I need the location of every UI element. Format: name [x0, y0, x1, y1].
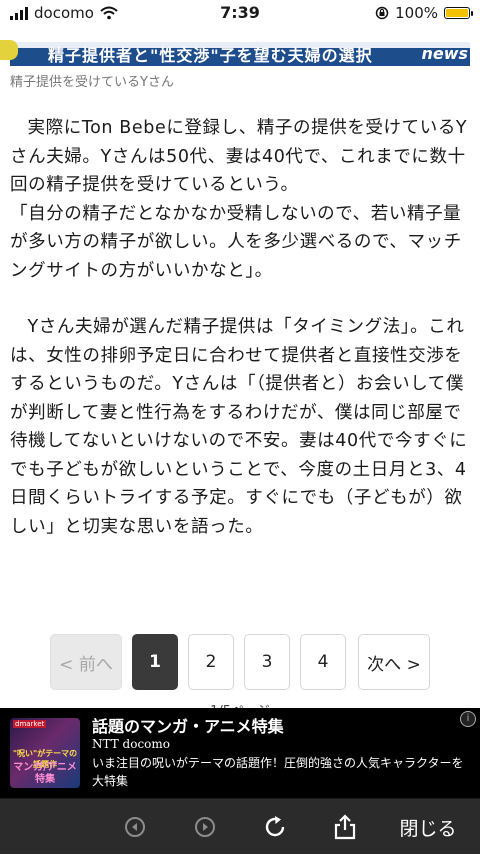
page-1-button[interactable]: 1: [132, 634, 178, 690]
page-4-button[interactable]: 4: [300, 634, 346, 690]
status-right: 100%: [375, 4, 473, 22]
news-logo: news: [421, 44, 468, 63]
ad-title[interactable]: 話題のマンガ・アニメ特集: [92, 713, 284, 737]
orientation-lock-icon: [375, 6, 389, 20]
banner-headline: 精子提供者と"性交渉"子を望む夫婦の選択: [48, 46, 373, 65]
ad-description: いま注目の呪いがテーマの話題作！圧倒的強さの人気キャラクターを大特集: [92, 756, 464, 788]
status-bar: docomo 7:39 100%: [0, 0, 480, 28]
ad-sponsor: NTT docomo: [92, 737, 170, 751]
article-paragraph: 実際にTon Bebeに登録し、精子の提供を受けているYさん夫婦。Yさんは50代…: [10, 118, 468, 281]
prev-page-button[interactable]: < 前へ: [50, 634, 122, 690]
reload-icon: [265, 816, 285, 837]
page-2-button[interactable]: 2: [188, 634, 234, 690]
reload-button[interactable]: [258, 799, 292, 855]
next-page-button[interactable]: 次へ >: [358, 634, 430, 690]
back-icon: [125, 817, 145, 837]
image-caption: 精子提供を受けているYさん: [10, 75, 174, 90]
page-3-button[interactable]: 3: [244, 634, 290, 690]
forward-icon: [195, 817, 215, 837]
battery-icon: [444, 7, 473, 19]
article-body: 実際にTon Bebeに登録し、精子の提供を受けているYさん夫婦。Yさんは50代…: [10, 114, 472, 541]
pagination: < 前へ 1 2 3 4 次へ >: [0, 634, 480, 690]
forward-button[interactable]: [190, 799, 220, 855]
article-paragraph: Yさん夫婦が選んだ精子提供は「タイミング法」。これは、女性の排卵予定日に合わせて…: [10, 317, 468, 537]
ad-banner[interactable]: dmarket "呪い"がテーマの話題作 マンガ/アニメ特集 話題のマンガ・アニ…: [0, 708, 480, 798]
browser-toolbar: 閉じる: [0, 798, 480, 854]
banner-tag-shape: [0, 40, 18, 60]
battery-percent: 100%: [395, 4, 438, 22]
back-button[interactable]: [120, 799, 150, 855]
ad-thumb-brand: dmarket: [13, 720, 47, 728]
close-button[interactable]: 閉じる: [390, 799, 466, 855]
share-button[interactable]: [330, 799, 360, 855]
ad-thumbnail[interactable]: dmarket "呪い"がテーマの話題作 マンガ/アニメ特集: [10, 718, 80, 788]
article-image-banner: 精子提供者と"性交渉"子を望む夫婦の選択 news: [0, 34, 480, 66]
ad-thumb-line2: マンガ/アニメ特集: [13, 762, 77, 785]
ad-info-icon[interactable]: i: [460, 711, 476, 727]
share-icon: [334, 814, 356, 840]
